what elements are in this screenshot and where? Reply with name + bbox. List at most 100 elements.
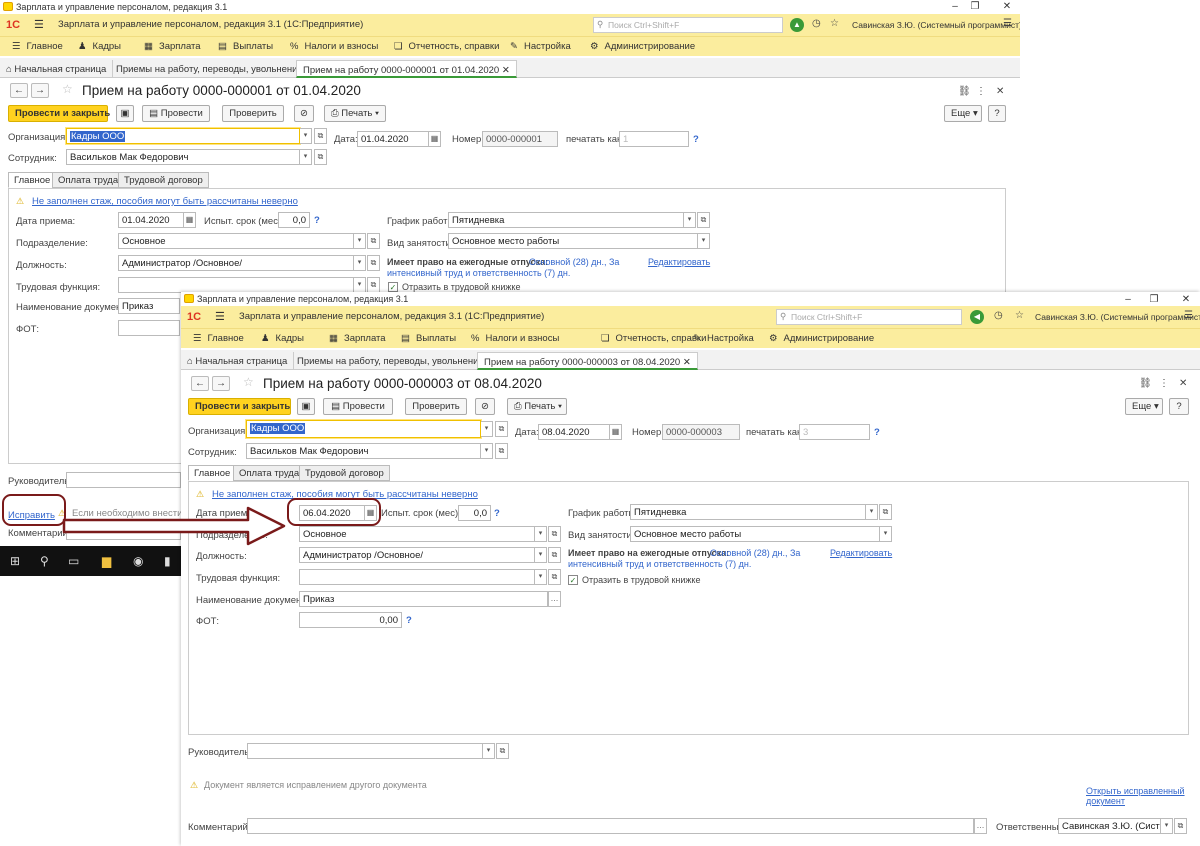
help-icon[interactable]: ? xyxy=(874,427,880,438)
close-icon[interactable]: ✕ xyxy=(1179,294,1193,305)
back-button[interactable]: ← xyxy=(10,83,28,98)
close-doc-icon[interactable]: ✕ xyxy=(1179,378,1187,389)
attach-icon[interactable]: ⊘ xyxy=(294,105,314,122)
menu-item-main[interactable]: ☰ Главное xyxy=(12,41,63,52)
hire-date-field[interactable]: 01.04.2020 xyxy=(118,212,184,228)
comment-field[interactable] xyxy=(247,818,974,834)
position-dropdown[interactable]: ▾ xyxy=(354,255,366,271)
job-function-field[interactable] xyxy=(118,277,354,293)
tab-home[interactable]: ⌂ Начальная страница xyxy=(181,352,295,370)
employment-type-dropdown[interactable]: ▾ xyxy=(698,233,710,249)
form-tab-main[interactable]: Главное xyxy=(8,172,57,188)
schedule-field[interactable]: Пятидневка xyxy=(630,504,866,520)
trial-help-icon[interactable]: ? xyxy=(314,215,320,226)
search-input[interactable]: ⚲ Поиск Ctrl+Shift+F xyxy=(593,17,783,33)
calendar-icon[interactable]: ▦ xyxy=(609,424,622,440)
menu-item-admin[interactable]: ⚙ Администрирование xyxy=(590,41,695,52)
org-open-button[interactable]: ⧉ xyxy=(314,128,327,144)
print-button[interactable]: ⎙ Печать ▾ xyxy=(507,398,567,415)
number-field[interactable]: 0000-000003 xyxy=(662,424,740,440)
workbook-checkbox[interactable]: ✓ xyxy=(568,575,578,585)
save-icon[interactable]: ▣ xyxy=(116,105,134,122)
dept-open-button[interactable]: ⧉ xyxy=(548,526,561,542)
head-field[interactable] xyxy=(66,472,181,488)
head-dropdown[interactable]: ▾ xyxy=(483,743,495,759)
menu-item-main[interactable]: ☰ Главное xyxy=(193,333,244,344)
app-icon[interactable]: ▮ xyxy=(164,554,171,568)
more-button[interactable]: Еще ▾ xyxy=(944,105,982,122)
schedule-open-button[interactable]: ⧉ xyxy=(879,504,892,520)
trial-field[interactable]: 0,0 xyxy=(458,505,491,521)
employee-field[interactable]: Васильков Мак Федорович xyxy=(246,443,481,459)
minimize-icon[interactable]: – xyxy=(948,1,962,12)
responsible-open-button[interactable]: ⧉ xyxy=(1174,818,1187,834)
attach-icon[interactable]: ⊘ xyxy=(475,398,495,415)
print-as-field[interactable]: 1 xyxy=(619,131,689,147)
current-user[interactable]: Савинская З.Ю. (Системный программист) xyxy=(852,20,1020,30)
schedule-field[interactable]: Пятидневка xyxy=(448,212,684,228)
windows-start-icon[interactable]: ⊞ xyxy=(10,554,20,568)
menu-icon[interactable]: ☰ xyxy=(215,310,225,323)
back-button[interactable]: ← xyxy=(191,376,209,391)
org-field[interactable]: Кадры ООО xyxy=(246,420,481,438)
search-input[interactable]: ⚲ Поиск Ctrl+Shift+F xyxy=(776,309,962,325)
check-button[interactable]: Проверить xyxy=(405,398,467,415)
staj-warning-link[interactable]: Не заполнен стаж, пособия могут быть рас… xyxy=(32,196,298,207)
fot-help-icon[interactable]: ? xyxy=(406,615,412,626)
form-tab-contract[interactable]: Трудовой договор xyxy=(118,172,209,188)
tab-hiring-list[interactable]: Приемы на работу, переводы, увольнения xyxy=(291,352,491,370)
comment-expand-button[interactable]: … xyxy=(974,818,987,834)
number-field[interactable]: 0000-000001 xyxy=(482,131,558,147)
job-function-open-button[interactable]: ⧉ xyxy=(548,569,561,585)
head-open-button[interactable]: ⧉ xyxy=(496,743,509,759)
maximize-icon[interactable]: ❐ xyxy=(968,1,982,12)
position-field[interactable]: Администратор /Основное/ xyxy=(118,255,354,271)
position-field[interactable]: Администратор /Основное/ xyxy=(299,547,535,563)
calendar-icon[interactable]: ▦ xyxy=(428,131,441,147)
dept-dropdown[interactable]: ▾ xyxy=(535,526,547,542)
menu-item-hr[interactable]: ♟ Кадры xyxy=(261,333,304,344)
current-user[interactable]: Савинская З.Ю. (Системный программист) xyxy=(1035,312,1200,322)
form-tab-pay[interactable]: Оплата труда xyxy=(233,465,306,481)
position-open-button[interactable]: ⧉ xyxy=(548,547,561,563)
trial-help-icon[interactable]: ? xyxy=(494,508,500,519)
docname-field[interactable]: Приказ xyxy=(299,591,548,607)
job-function-open-button[interactable]: ⧉ xyxy=(367,277,380,293)
menu-item-salary[interactable]: ▦ Зарплата xyxy=(329,333,386,344)
menu-item-reports[interactable]: ❏ Отчетность, справки xyxy=(394,41,499,52)
help-icon[interactable]: ? xyxy=(693,134,699,145)
file-explorer-icon[interactable]: ▆ xyxy=(102,554,111,568)
responsible-field[interactable]: Савинская З.Ю. (Систем xyxy=(1058,818,1161,834)
maximize-icon[interactable]: ❐ xyxy=(1147,294,1161,305)
link-icon[interactable]: ⛓ xyxy=(1139,378,1152,389)
notifications-icon[interactable]: ◀ xyxy=(970,310,984,324)
settings-menu-icon[interactable]: ☰ xyxy=(1184,310,1193,321)
fot-field[interactable] xyxy=(118,320,180,336)
favorite-star-icon[interactable]: ☆ xyxy=(62,82,73,96)
menu-item-admin[interactable]: ⚙ Администрирование xyxy=(769,333,874,344)
minimize-icon[interactable]: – xyxy=(1121,294,1135,305)
check-button[interactable]: Проверить xyxy=(222,105,284,122)
forward-button[interactable]: → xyxy=(212,376,230,391)
favorite-star-icon[interactable]: ☆ xyxy=(243,375,254,389)
position-open-button[interactable]: ⧉ xyxy=(367,255,380,271)
schedule-dropdown[interactable]: ▾ xyxy=(684,212,696,228)
help-button[interactable]: ? xyxy=(988,105,1006,122)
employment-type-field[interactable]: Основное место работы xyxy=(630,526,880,542)
employee-dropdown[interactable]: ▾ xyxy=(300,149,312,165)
date-field[interactable]: 08.04.2020 xyxy=(538,424,610,440)
form-tab-pay[interactable]: Оплата труда xyxy=(52,172,125,188)
close-doc-icon[interactable]: ✕ xyxy=(996,86,1004,97)
open-fixed-doc-link-2[interactable]: документ xyxy=(1086,796,1125,806)
history-icon[interactable]: ◷ xyxy=(812,18,821,29)
employment-type-field[interactable]: Основное место работы xyxy=(448,233,698,249)
schedule-open-button[interactable]: ⧉ xyxy=(697,212,710,228)
forward-button[interactable]: → xyxy=(31,83,49,98)
menu-item-taxes[interactable]: % Налоги и взносы xyxy=(290,41,378,52)
more-vert-icon[interactable]: ⋮ xyxy=(1159,378,1169,389)
notifications-icon[interactable]: ▲ xyxy=(790,18,804,32)
edit-vacation-link[interactable]: Редактировать xyxy=(830,548,892,558)
org-open-button[interactable]: ⧉ xyxy=(495,421,508,437)
post-and-close-button[interactable]: Провести и закрыть xyxy=(8,105,110,122)
position-dropdown[interactable]: ▾ xyxy=(535,547,547,563)
